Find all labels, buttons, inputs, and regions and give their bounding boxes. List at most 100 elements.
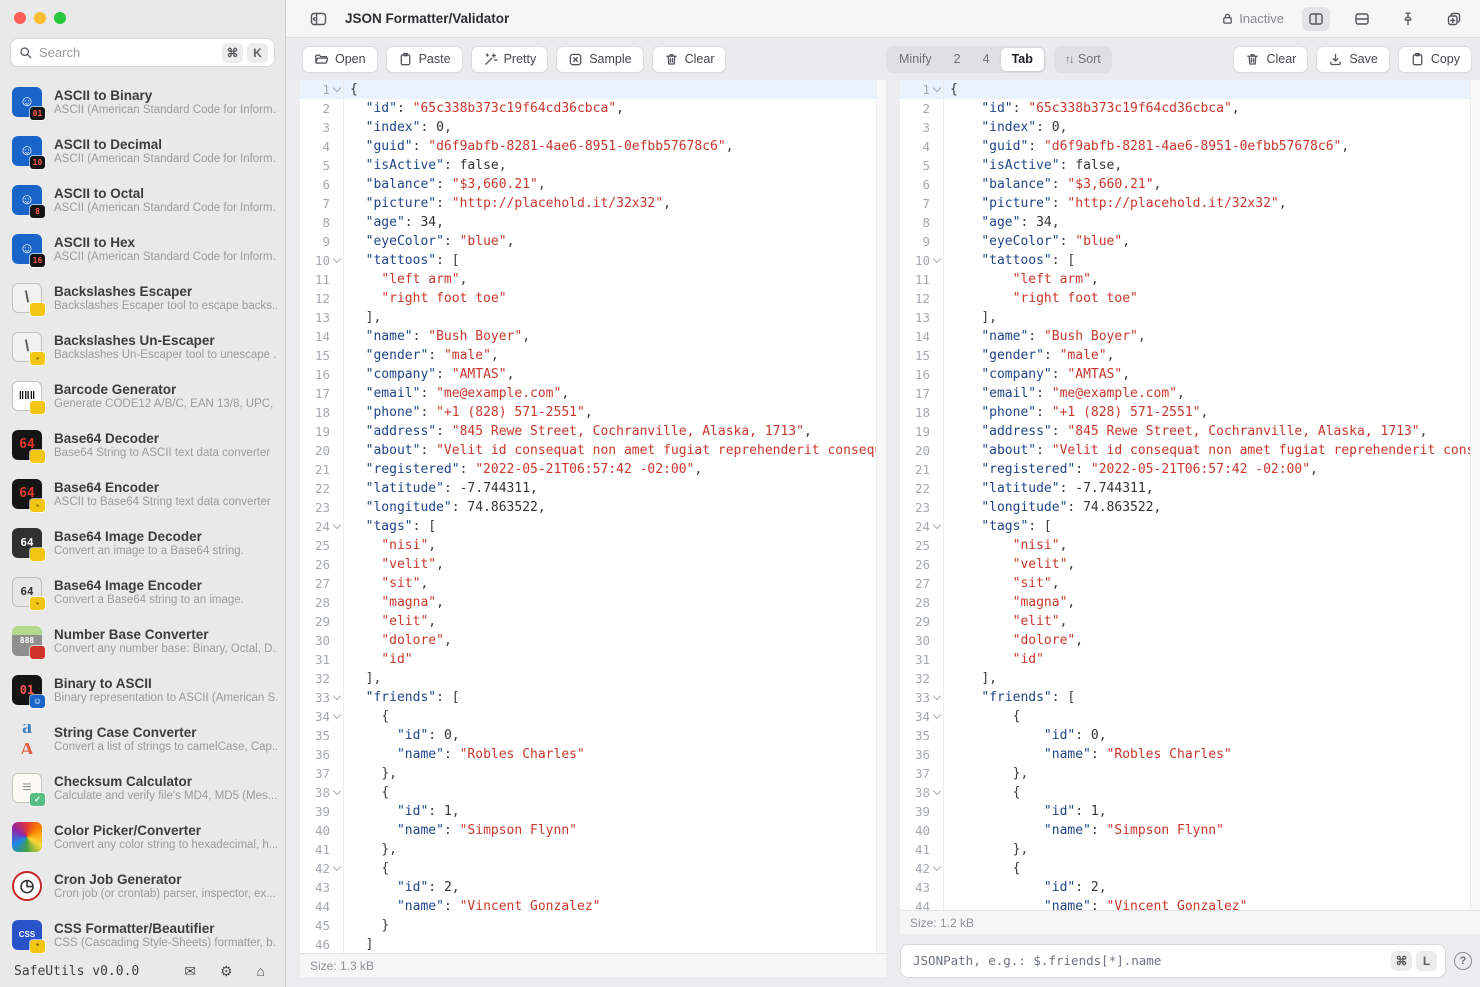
segment-indent-4[interactable]: 4 — [972, 48, 1001, 71]
clear-output-button[interactable]: Clear — [1233, 45, 1309, 73]
line-number: 35 — [914, 728, 930, 743]
fold-toggle-icon[interactable] — [330, 859, 343, 878]
new-window-button[interactable] — [1440, 7, 1468, 31]
search-input[interactable] — [33, 45, 218, 60]
sidebar-item-color-picker-converter[interactable]: Color Picker/Converter Convert any color … — [0, 812, 285, 861]
tool-title: ASCII to Octal — [54, 185, 145, 201]
home-icon[interactable]: ⌂ — [257, 963, 265, 980]
tool-title: Cron Job Generator — [54, 871, 182, 887]
jsonpath-field[interactable]: ⌘ L — [900, 943, 1446, 978]
sidebar-item-base64-image-decoder[interactable]: 64 Base64 Image Decoder Convert an image t… — [0, 518, 285, 567]
fold-gutter — [330, 308, 343, 327]
fold-toggle-icon[interactable] — [930, 517, 943, 536]
sidebar-item-css-formatter-beautifier[interactable]: CSS * CSS Formatter/Beautifier CSS (Cascadi… — [0, 910, 285, 955]
fold-gutter — [330, 384, 343, 403]
sidebar-item-cron-job-generator[interactable]: ◷ Cron Job Generator Cron job (or crontab)… — [0, 861, 285, 910]
fold-toggle-icon[interactable] — [330, 688, 343, 707]
line-number: 28 — [914, 595, 930, 610]
tool-title: ASCII to Decimal — [54, 136, 163, 152]
cmd-key-badge: ⌘ — [1391, 950, 1412, 971]
line-number: 15 — [314, 348, 330, 363]
paste-button[interactable]: Paste — [385, 45, 463, 73]
jsonpath-help-icon[interactable]: ? — [1454, 951, 1472, 970]
fold-gutter — [930, 726, 943, 745]
code-line: 34 { — [900, 707, 1480, 726]
sidebar-item-backslashes-escaper[interactable]: \ Backslashes Escaper Backslashes Escaper … — [0, 273, 285, 322]
code-line: 39 "id": 1, — [300, 802, 886, 821]
segment-indent-tab[interactable]: Tab — [1000, 47, 1044, 71]
fold-toggle-icon[interactable] — [930, 688, 943, 707]
split-vertical-button[interactable] — [1302, 6, 1330, 31]
sidebar-item-ascii-to-decimal[interactable]: ☺ 10 ASCII to Decimal ASCII (American Stand… — [0, 126, 285, 175]
sidebar-item-base64-image-encoder[interactable]: 64 ▪ Base64 Image Encoder Convert a Base64 … — [0, 567, 285, 616]
mail-icon[interactable]: ✉ — [184, 963, 196, 980]
fold-toggle-icon[interactable] — [930, 859, 943, 878]
fold-toggle-icon[interactable] — [930, 783, 943, 802]
sidebar-item-base64-decoder[interactable]: 64 Base64 Decoder Base64 String to ASCII t… — [0, 420, 285, 469]
fold-toggle-icon[interactable] — [930, 251, 943, 270]
clear-input-button[interactable]: Clear — [651, 45, 727, 73]
sidebar-item-base64-encoder[interactable]: 64 ▪ Base64 Encoder ASCII to Base64 String … — [0, 469, 285, 518]
fold-gutter — [330, 156, 343, 175]
fold-toggle-icon[interactable] — [330, 251, 343, 270]
line-number: 5 — [922, 158, 930, 173]
fold-toggle-icon[interactable] — [330, 517, 343, 536]
sidebar-footer: SafeUtils v0.0.0 ✉ ⚙ ⌂ — [0, 955, 285, 987]
save-button[interactable]: Save — [1316, 45, 1390, 73]
sidebar-item-barcode-generator[interactable]: ‖‖‖ Barcode Generator Generate CODE12 A/B/… — [0, 371, 285, 420]
fold-gutter — [930, 878, 943, 897]
line-number: 38 — [914, 785, 930, 800]
fold-toggle-icon[interactable] — [330, 707, 343, 726]
fold-toggle-icon[interactable] — [330, 80, 343, 99]
sidebar-item-ascii-to-hex[interactable]: ☺ 16 ASCII to Hex ASCII (American Standard … — [0, 224, 285, 273]
open-button[interactable]: Open — [302, 45, 378, 73]
line-number: 17 — [914, 386, 930, 401]
close-window-button[interactable] — [14, 12, 26, 24]
fold-toggle-icon[interactable] — [930, 80, 943, 99]
code-line: 32 ], — [300, 669, 886, 688]
line-number: 36 — [314, 747, 330, 762]
pin-window-button[interactable] — [1394, 7, 1422, 31]
toolbar: Open Paste Pretty Sample Clear Minify 2 … — [286, 38, 1480, 80]
search-field[interactable]: ⌘ K — [10, 38, 275, 67]
line-number: 11 — [914, 272, 930, 287]
code-line: 26 "velit", — [300, 555, 886, 574]
backslashes-unescaper-icon: \ ▪ — [12, 331, 45, 365]
line-number: 23 — [914, 500, 930, 515]
fold-toggle-icon[interactable] — [330, 783, 343, 802]
zoom-window-button[interactable] — [54, 12, 66, 24]
segment-minify[interactable]: Minify — [888, 48, 943, 71]
line-number: 28 — [314, 595, 330, 610]
json-output-editor[interactable]: 1{2 "id": "65c338b373c19f64cd36cbca", 3 "… — [900, 80, 1480, 910]
json-input-editor[interactable]: 1{2 "id": "65c338b373c19f64cd36cbca", 3 "… — [300, 80, 886, 953]
toggle-sidebar-icon[interactable] — [310, 11, 327, 27]
sidebar-item-checksum-calculator[interactable]: ≡ ✓ Checksum Calculator Calculate and verif… — [0, 763, 285, 812]
line-number: 30 — [314, 633, 330, 648]
sidebar-item-binary-to-ascii[interactable]: 01 ☺ Binary to ASCII Binary representation … — [0, 665, 285, 714]
minimize-window-button[interactable] — [34, 12, 46, 24]
fold-gutter — [330, 213, 343, 232]
line-number: 37 — [314, 766, 330, 781]
jsonpath-input[interactable] — [913, 953, 1387, 968]
fold-toggle-icon[interactable] — [930, 707, 943, 726]
pretty-button[interactable]: Pretty — [470, 45, 549, 73]
sidebar-item-string-case-converter[interactable]: a A String Case Converter Convert a list of… — [0, 714, 285, 763]
code-line: 10 "tattoos": [ — [300, 251, 886, 270]
tool-title: ASCII to Binary — [54, 87, 153, 103]
sidebar-item-number-base-converter[interactable]: 888 Number Base Converter Convert any numb… — [0, 616, 285, 665]
gear-icon[interactable]: ⚙ — [220, 963, 233, 980]
segment-indent-2[interactable]: 2 — [943, 48, 972, 71]
sidebar-item-backslashes-unescaper[interactable]: \ ▪ Backslashes Un-Escaper Backslashes Un-E… — [0, 322, 285, 371]
line-number: 42 — [914, 861, 930, 876]
split-horizontal-button[interactable] — [1348, 7, 1376, 31]
line-number: 15 — [914, 348, 930, 363]
sort-button[interactable]: ↑↓ Sort — [1053, 45, 1112, 73]
code-line: 13 ], — [900, 308, 1480, 327]
sample-button[interactable]: Sample — [556, 45, 644, 73]
sidebar-item-ascii-to-octal[interactable]: ☺ 8 ASCII to Octal ASCII (American Standard… — [0, 175, 285, 224]
sidebar-item-ascii-to-binary[interactable]: ☺ 01 ASCII to Binary ASCII (American Standa… — [0, 77, 285, 126]
copy-button[interactable]: Copy — [1397, 45, 1472, 73]
fold-gutter — [930, 403, 943, 422]
code-line: 12 "right foot toe" — [300, 289, 886, 308]
code-line: 28 "magna", — [900, 593, 1480, 612]
